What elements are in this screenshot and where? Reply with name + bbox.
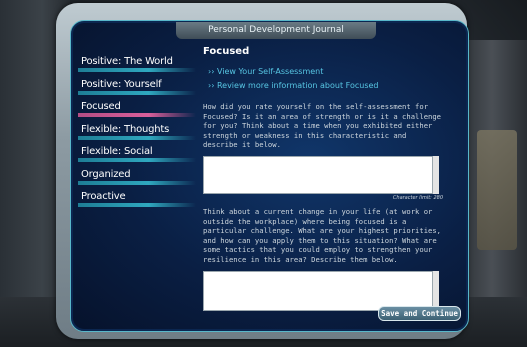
nav-item-label: Focused xyxy=(81,101,121,112)
answer-1-field[interactable] xyxy=(203,155,433,194)
background-right-panel xyxy=(477,130,517,250)
nav-item-flexible-thoughts[interactable]: Flexible: Thoughts xyxy=(78,123,198,146)
nav-item-bar-active xyxy=(78,113,196,117)
nav-item-label: Organized xyxy=(81,168,131,180)
question-1: How did you rate yourself on the self-as… xyxy=(203,102,441,150)
journal-title: Personal Development Journal xyxy=(176,22,376,39)
char-limit-1: Character limit: 280 xyxy=(392,194,443,201)
nav-item-proactive[interactable]: Proactive xyxy=(78,190,198,213)
answer-1-scrollbar[interactable] xyxy=(433,155,439,194)
nav-item-positive-world[interactable]: Positive: The World xyxy=(78,55,198,78)
nav-item-bar xyxy=(78,68,196,72)
journal-content: Focused ›› View Your Self-Assessment ›› … xyxy=(203,46,443,318)
question-2: Think about a current change in your lif… xyxy=(203,206,441,264)
nav-item-label: Positive: The World xyxy=(81,56,173,67)
answer-2-wrap xyxy=(203,270,439,311)
nav-item-label: Proactive xyxy=(81,191,126,202)
journal-nav: Positive: The World Positive: Yourself F… xyxy=(78,55,198,213)
section-title: Focused xyxy=(203,46,250,57)
answer-2-field[interactable] xyxy=(203,270,433,311)
nav-item-focused[interactable]: Focused xyxy=(78,100,198,123)
nav-item-bar xyxy=(78,90,196,95)
nav-item-bar xyxy=(78,158,196,162)
view-self-assessment-link[interactable]: ›› View Your Self-Assessment xyxy=(208,67,443,81)
nav-item-positive-yourself[interactable]: Positive: Yourself xyxy=(78,78,198,101)
answer-2-scrollbar[interactable] xyxy=(433,270,439,311)
save-and-continue-button[interactable]: Save and Continue xyxy=(378,306,461,321)
nav-item-bar xyxy=(78,180,196,185)
answer-1-wrap xyxy=(203,155,439,194)
nav-item-organized[interactable]: Organized xyxy=(78,168,198,191)
review-info-link[interactable]: ›› Review more information about Focused xyxy=(208,81,443,95)
nav-item-label: Flexible: Social xyxy=(81,146,153,157)
nav-item-label: Flexible: Thoughts xyxy=(81,123,170,135)
nav-item-flexible-social[interactable]: Flexible: Social xyxy=(78,145,198,168)
nav-item-bar xyxy=(78,203,196,207)
nav-item-label: Positive: Yourself xyxy=(81,78,162,90)
nav-item-bar xyxy=(78,135,196,140)
